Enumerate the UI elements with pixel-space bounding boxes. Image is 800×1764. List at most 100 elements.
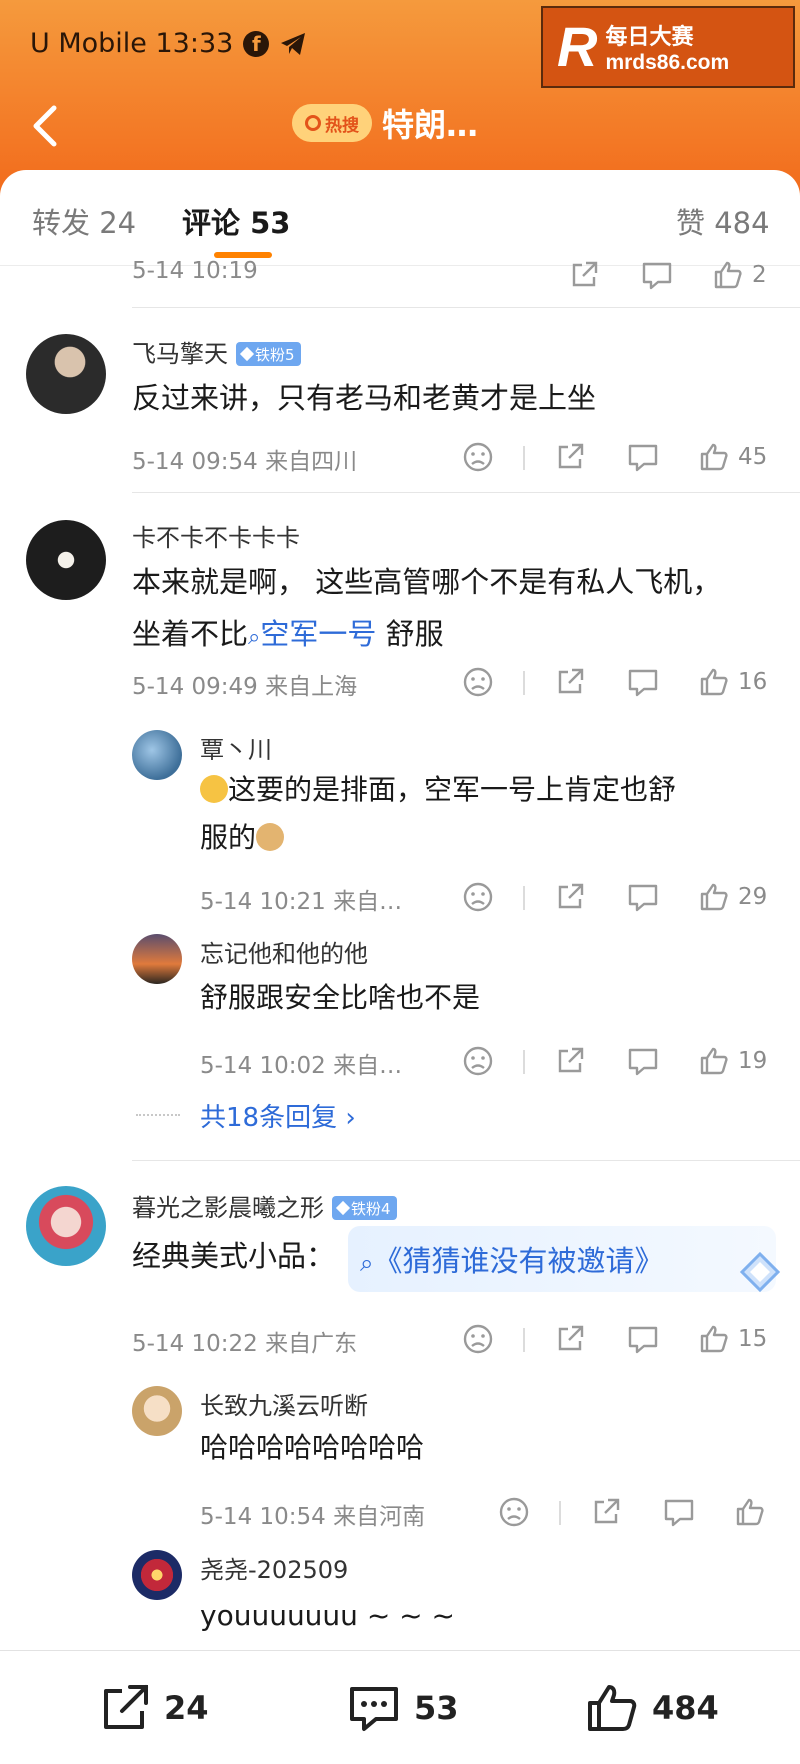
dislike-icon[interactable] (462, 665, 494, 699)
reply-date-location: 5-14 10:21 来自… (200, 889, 403, 915)
reply-avatar[interactable] (132, 1386, 182, 1436)
dislike-icon[interactable] (462, 1044, 494, 1078)
dislike-icon[interactable] (462, 440, 494, 474)
like-count: 29 (738, 884, 768, 910)
back-arrow-icon[interactable] (28, 104, 68, 148)
page-title: 特朗… (382, 106, 479, 144)
comment-username[interactable]: 卡不卡不卡卡卡 (132, 518, 300, 553)
reply-date-location: 5-14 10:54 来自河南 (200, 1504, 426, 1530)
status-carrier-time: U Mobile 13:33 (30, 28, 234, 59)
divider (132, 1160, 800, 1161)
reply-text: 这要的是排面，空军一号上肯定也舒 服的 (200, 773, 677, 854)
comment-username[interactable]: 飞马擎天 铁粉5 (132, 334, 301, 369)
like-button[interactable]: 19 (698, 1044, 767, 1078)
reply-icon[interactable] (626, 1322, 660, 1356)
reply-username[interactable]: 忘记他和他的他 (200, 934, 368, 969)
reply-text: youuuuuuu ~ ~ ~ (200, 1599, 456, 1632)
comment-username[interactable]: 暮光之影晨曦之形 铁粉4 (132, 1188, 397, 1223)
avatar[interactable] (26, 520, 106, 600)
comment-date-location: 5-14 09:49 来自上海 (132, 674, 358, 700)
reply-icon[interactable] (626, 880, 660, 914)
reply-icon[interactable] (626, 440, 660, 474)
reply-username[interactable]: 长致九溪云听断 (200, 1386, 368, 1421)
share-icon[interactable] (554, 1322, 586, 1356)
comment-date: 5-14 10:19 (132, 258, 258, 284)
like-count: 19 (738, 1048, 768, 1074)
hot-search-label: 热搜 (325, 115, 359, 136)
like-count: 15 (738, 1326, 768, 1352)
like-button[interactable]: 16 (698, 665, 767, 699)
facebook-icon: f (243, 30, 270, 57)
reply-icon[interactable] (640, 258, 674, 292)
reply-date-location: 5-14 10:02 来自… (200, 1053, 403, 1079)
tab-comments[interactable]: 评论 53 (182, 200, 290, 242)
like-button[interactable]: 484 (584, 1681, 719, 1735)
share-icon (104, 1685, 148, 1729)
doge-emoji (256, 823, 285, 851)
bottom-action-bar: 24 53 484 (0, 1650, 800, 1764)
reply-avatar[interactable] (132, 730, 182, 780)
reply-username[interactable]: 覃丶川 (200, 730, 272, 765)
reply-avatar[interactable] (132, 934, 182, 984)
telegram-icon (279, 31, 307, 57)
reply-text: 哈哈哈哈哈哈哈哈 (200, 1431, 425, 1464)
watermark-domain: mrds86.com (605, 51, 730, 74)
topic-link[interactable]: ⌕空军一号 (248, 617, 376, 651)
avatar[interactable] (26, 1186, 106, 1266)
tab-repost[interactable]: 转发 24 (32, 200, 136, 242)
like-button[interactable]: 15 (698, 1322, 767, 1356)
repost-button[interactable]: 24 (98, 1681, 209, 1735)
separator (523, 1050, 525, 1074)
search-icon (305, 115, 321, 131)
share-icon[interactable] (554, 1044, 586, 1078)
separator (559, 1501, 561, 1525)
comment-count: 53 (414, 1689, 459, 1727)
like-button[interactable]: 2 (712, 258, 767, 292)
comment-text: 本来就是啊， 这些高管哪个不是有私人飞机， 坐着不比⌕空军一号 舒服 (132, 565, 722, 651)
separator (523, 886, 525, 910)
hot-search-badge[interactable]: 热搜 (292, 104, 372, 142)
watermark-logo: R 每日大赛 mrds86.com (541, 6, 795, 88)
reply-username[interactable]: 尧尧-202509 (200, 1550, 348, 1585)
like-count: 16 (738, 669, 768, 695)
reply-icon[interactable] (662, 1495, 696, 1529)
share-icon[interactable] (554, 440, 586, 474)
share-icon[interactable] (590, 1495, 622, 1529)
separator (523, 1328, 525, 1352)
avatar[interactable] (26, 334, 106, 414)
dislike-icon[interactable] (462, 880, 494, 914)
comment-text: 经典美式小品： (132, 1239, 336, 1273)
comment-date-location: 5-14 09:54 来自四川 (132, 449, 358, 475)
diamond-decoration-icon (739, 1251, 781, 1293)
share-icon[interactable] (554, 665, 586, 699)
like-count: 484 (652, 1689, 719, 1727)
thumbs-up-icon (588, 1685, 637, 1731)
tab-bar: 转发 24 评论 53 赞 484 (0, 170, 800, 266)
comment-button[interactable]: 53 (346, 1681, 459, 1735)
diamond-icon (335, 1200, 351, 1216)
like-count: 2 (752, 262, 767, 288)
like-button[interactable]: 29 (698, 880, 767, 914)
like-button[interactable] (734, 1495, 766, 1529)
share-icon[interactable] (554, 880, 586, 914)
watermark-brand: 每日大赛 (605, 25, 694, 50)
divider (132, 492, 800, 493)
reply-icon[interactable] (626, 665, 660, 699)
share-icon[interactable] (568, 258, 600, 292)
comment-icon (350, 1687, 398, 1731)
header-title-group[interactable]: 热搜 特朗… (292, 100, 478, 146)
tab-likes[interactable]: 赞 484 (676, 200, 770, 242)
topic-link[interactable]: ⌕《猜猜谁没有被邀请》 (360, 1238, 663, 1280)
reply-avatar[interactable] (132, 1550, 182, 1600)
fan-badge: 铁粉4 (332, 1196, 397, 1220)
dislike-icon[interactable] (462, 1322, 494, 1356)
reply-icon[interactable] (626, 1044, 660, 1078)
diamond-icon (239, 346, 255, 362)
dislike-icon[interactable] (498, 1495, 530, 1529)
like-button[interactable]: 45 (698, 440, 767, 474)
more-replies-link[interactable]: 共18条回复 › (200, 1097, 356, 1134)
separator (523, 671, 525, 695)
comment-text: 反过来讲，只有老马和老黄才是上坐 (132, 381, 597, 415)
repost-count: 24 (164, 1689, 209, 1727)
reply-text: 舒服跟安全比啥也不是 (200, 981, 481, 1014)
